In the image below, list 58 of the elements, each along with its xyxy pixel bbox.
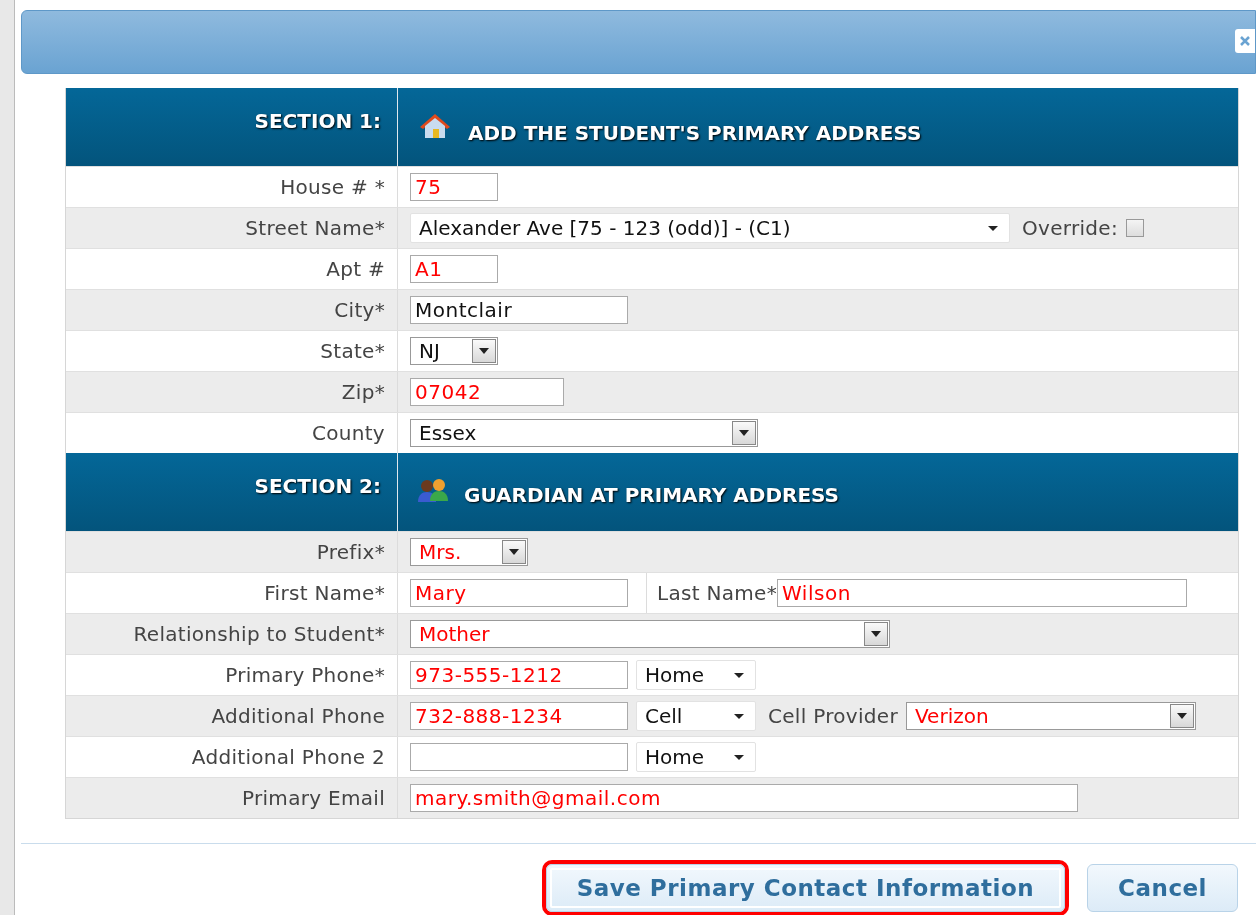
section-title: GUARDIAN AT PRIMARY ADDRESS [464,483,839,507]
field-label: Relationship to Student* [133,622,385,646]
section-title: ADD THE STUDENT'S PRIMARY ADDRESS [468,121,922,145]
close-button[interactable] [1235,29,1255,53]
select-field[interactable]: Cell [636,701,756,731]
text-field[interactable]: mary.smith@gmail.com [410,784,1078,812]
dropdown-field[interactable]: Essex [410,419,758,447]
select-field[interactable]: Home [636,660,756,690]
field-label: Street Name* [245,216,385,240]
text-field[interactable]: Montclair [410,296,628,324]
text-field[interactable]: Mary [410,579,628,607]
people-icon [416,478,450,504]
dropdown-button[interactable] [1170,704,1194,728]
field-label: Additional Phone [211,704,385,728]
dropdown-button[interactable] [472,339,496,363]
field-label: House # * [280,175,385,199]
field-label: City* [334,298,385,322]
dropdown-button[interactable] [502,540,526,564]
close-icon [1240,36,1250,46]
caret-icon [1177,713,1187,719]
dropdown-field[interactable]: Mrs. [410,538,528,566]
caret-icon [509,549,519,555]
field-label: Additional Phone 2 [191,745,385,769]
text-field[interactable]: A1 [410,255,498,283]
caret-icon [733,671,745,679]
dropdown-field[interactable]: Verizon [906,702,1196,730]
select-field[interactable]: Alexander Ave [75 - 123 (odd)] - (C1) [410,213,1010,243]
field-label: Primary Email [241,786,385,810]
dropdown-field[interactable]: Mother [410,620,890,648]
section-number: SECTION 2: [254,474,381,498]
field-label: County [311,421,385,445]
field-label: Zip* [341,380,385,404]
caret-icon [733,753,745,761]
dropdown-field[interactable]: NJ [410,337,498,365]
field-label: Primary Phone* [225,663,385,687]
field-label: Cell Provider [768,704,898,728]
text-field[interactable]: 732-888-1234 [410,702,628,730]
caret-icon [987,224,999,232]
field-label: Prefix* [316,540,385,564]
text-field[interactable]: 07042 [410,378,564,406]
caret-icon [733,712,745,720]
text-field[interactable]: 973-555-1212 [410,661,628,689]
field-label: Override: [1022,216,1118,240]
cancel-button[interactable]: Cancel [1087,864,1238,912]
checkbox[interactable] [1126,219,1144,237]
caret-icon [479,348,489,354]
text-field[interactable]: 75 [410,173,498,201]
caret-icon [739,430,749,436]
select-field[interactable]: Home [636,742,756,772]
dropdown-button[interactable] [732,421,756,445]
dropdown-button[interactable] [864,622,888,646]
field-label: First Name* [264,581,385,605]
text-field[interactable] [410,743,628,771]
field-label: Apt # [326,257,385,281]
section-number: SECTION 1: [254,109,381,133]
caret-icon [871,631,881,637]
text-field[interactable]: Wilson [777,579,1188,607]
field-label: State* [320,339,385,363]
